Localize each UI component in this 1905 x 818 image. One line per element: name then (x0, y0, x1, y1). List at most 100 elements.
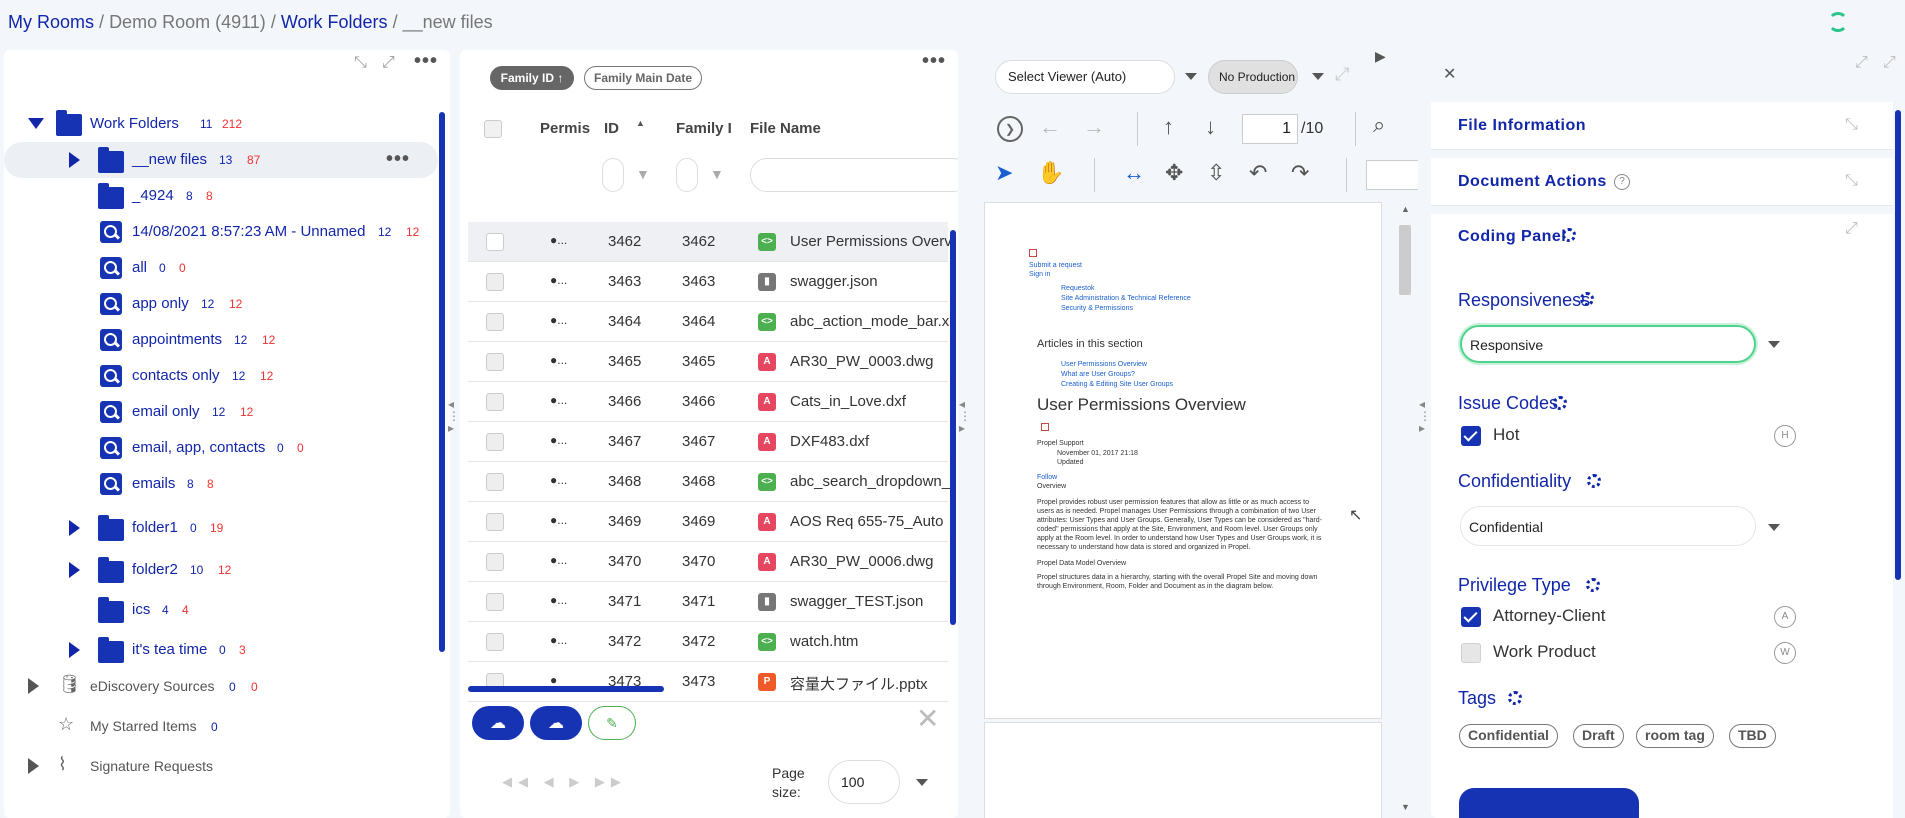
gear-icon[interactable] (1553, 396, 1567, 410)
fullscreen-icon[interactable]: ⤢ (1335, 64, 1349, 85)
tree-item[interactable]: it's tea time 0 3 (4, 632, 438, 668)
download-button[interactable]: ☁ (530, 706, 582, 740)
caret-right-icon[interactable] (69, 642, 80, 658)
row-checkbox[interactable] (486, 593, 504, 611)
tag-room-tag[interactable]: room tag (1636, 724, 1714, 748)
row-checkbox[interactable] (486, 553, 504, 571)
chevron-down-icon[interactable] (1768, 341, 1780, 348)
tree-item[interactable]: 14/08/2021 8:57:23 AM - Unnamed 12 12 (4, 214, 438, 250)
gear-icon[interactable] (1586, 578, 1600, 592)
doc-list-item[interactable]: Security & Permissions (1061, 304, 1133, 313)
row-file-name[interactable]: DXF483.dxf (790, 433, 869, 450)
row-checkbox[interactable] (486, 433, 504, 451)
edit-button[interactable]: ✎ (588, 706, 636, 740)
tree-item[interactable]: ⌇ Signature Requests (4, 748, 438, 784)
tree-item[interactable]: 🛢 eDiscovery Sources 0 0 (4, 668, 438, 704)
tree-scrollbar[interactable] (439, 112, 445, 652)
zoom-icon[interactable]: ⌕ (1373, 112, 1385, 138)
tree-item[interactable]: __new files 13 87 ••• (4, 142, 438, 178)
filename-filter-input[interactable] (750, 158, 958, 192)
tree-item[interactable]: email only 12 12 (4, 394, 438, 430)
back-icon[interactable]: ← (1039, 114, 1061, 140)
gear-icon[interactable] (1508, 691, 1522, 705)
row-file-name[interactable]: AR30_PW_0006.dwg (790, 553, 933, 570)
tree-item[interactable]: all 0 0 (4, 250, 438, 286)
grid-scrollbar-horizontal[interactable] (468, 686, 664, 692)
row-file-name[interactable]: abc_action_mode_bar.x (790, 313, 949, 330)
table-row[interactable]: ●... 3464 3464 <> abc_action_mode_bar.x (468, 302, 949, 342)
tree-item[interactable]: app only 12 12 (4, 286, 438, 322)
tree-item[interactable]: folder1 0 19 (4, 510, 438, 546)
column-header-family-id[interactable]: Family I (676, 120, 732, 137)
coding-scrollbar[interactable] (1895, 110, 1901, 580)
row-file-name[interactable]: User Permissions Overv (790, 233, 952, 250)
column-header-file-name[interactable]: File Name (750, 120, 821, 137)
row-checkbox[interactable] (486, 473, 504, 491)
row-file-name[interactable]: swagger_TEST.json (790, 593, 923, 610)
fit-page-icon[interactable]: ⇳ (1207, 160, 1225, 186)
expand-icon[interactable]: ⤢ (1855, 54, 1868, 72)
scroll-down-icon[interactable]: ▼ (1401, 802, 1410, 812)
row-file-name[interactable]: AOS Req 655-75_Auto (790, 513, 943, 530)
chevron-down-icon[interactable] (916, 779, 928, 786)
collapse-icon[interactable]: ⤡ (354, 54, 367, 72)
scroll-up-icon[interactable]: ▲ (1401, 204, 1410, 214)
pagination-icons[interactable]: ◀◀ ◀ ▶ ▶▶ (502, 774, 627, 790)
tree-item[interactable]: appointments 12 12 (4, 322, 438, 358)
close-panel-icon[interactable]: ✕ (1443, 64, 1456, 84)
rotate-left-icon[interactable]: ↶ (1249, 160, 1267, 186)
tag-tbd[interactable]: TBD (1729, 724, 1776, 748)
section-document-actions[interactable]: Document Actions ? ⤡ (1431, 158, 1893, 206)
refresh-icon[interactable] (1828, 12, 1848, 32)
family-filter-input[interactable] (676, 158, 698, 192)
zoom-input[interactable] (1366, 160, 1418, 190)
sort-pill-family-main-date[interactable]: Family Main Date (584, 66, 702, 90)
issue-hot-checkbox[interactable] (1461, 426, 1481, 446)
page-number-input[interactable]: 1 (1242, 114, 1298, 144)
arrow-up-icon[interactable]: ↑ (1163, 114, 1174, 140)
table-row[interactable]: ●... 3463 3463 ▮ swagger.json (468, 262, 948, 302)
table-row[interactable]: ●... 3466 3466 A Cats_in_Love.dxf (468, 382, 948, 422)
row-file-name[interactable]: swagger.json (790, 273, 878, 290)
breadcrumb-work-folders[interactable]: Work Folders (281, 12, 388, 32)
tag-confidential[interactable]: Confidential (1459, 724, 1558, 748)
table-row[interactable]: ●... 3468 3468 <> abc_search_dropdown_ (468, 462, 950, 502)
table-row[interactable]: ●... 3467 3467 A DXF483.dxf (468, 422, 948, 462)
row-checkbox[interactable] (486, 313, 504, 331)
row-checkbox[interactable] (486, 633, 504, 651)
fit-width-icon[interactable]: ↔ (1123, 160, 1145, 186)
grid-scrollbar-vertical[interactable] (950, 230, 956, 625)
play-icon[interactable]: ▶ (1375, 50, 1386, 65)
confidentiality-select[interactable]: Confidential (1460, 506, 1756, 546)
doc-article-link[interactable]: Creating & Editing Site User Groups (1061, 380, 1173, 389)
upload-button[interactable]: ☁ (472, 706, 524, 740)
expand-icon[interactable]: ⤢ (382, 54, 395, 72)
privilege-attorney-client-checkbox[interactable] (1461, 607, 1481, 627)
splitter-handle[interactable]: ◂ ⋮ ▸ (1419, 398, 1431, 434)
doc-list-item[interactable]: Site Administration & Technical Referenc… (1061, 294, 1191, 303)
gear-icon[interactable] (1580, 292, 1594, 306)
chevron-down-icon[interactable] (1185, 73, 1197, 80)
arrow-down-icon[interactable]: ↓ (1205, 114, 1216, 140)
select-viewer-dropdown[interactable]: Select Viewer (Auto) (995, 60, 1175, 94)
doc-link[interactable]: Sign in (1029, 270, 1050, 279)
row-file-name[interactable]: watch.htm (790, 633, 858, 650)
expand-icon[interactable]: ⤢ (1845, 220, 1858, 238)
tree-item[interactable]: folder2 10 12 (4, 552, 438, 588)
tree-item[interactable]: ics 4 4 (4, 592, 438, 628)
production-dropdown[interactable]: No Production (1208, 60, 1298, 94)
doc-follow-link[interactable]: Follow (1037, 473, 1057, 482)
row-checkbox[interactable] (486, 233, 504, 251)
next-circle-icon[interactable]: ❯ (997, 116, 1023, 142)
move-icon[interactable]: ✥ (1165, 160, 1183, 186)
caret-right-icon[interactable] (69, 520, 80, 536)
table-row[interactable]: ●... 3471 3471 ▮ swagger_TEST.json (468, 582, 948, 622)
doc-article-link[interactable]: What are User Groups? (1061, 370, 1135, 379)
rotate-right-icon[interactable]: ↷ (1291, 160, 1309, 186)
table-row[interactable]: ● 3473 3473 P 容量大ファイル.pptx (468, 662, 948, 702)
table-row[interactable]: ●... 3472 3472 <> watch.htm (468, 622, 948, 662)
privilege-work-product-checkbox[interactable] (1461, 643, 1481, 663)
tree-item-work-folders[interactable]: Work Folders 11 212 (4, 106, 438, 142)
tree-item[interactable]: email, app, contacts 0 0 (4, 430, 438, 466)
section-file-information[interactable]: File Information ⤡ (1431, 102, 1893, 150)
